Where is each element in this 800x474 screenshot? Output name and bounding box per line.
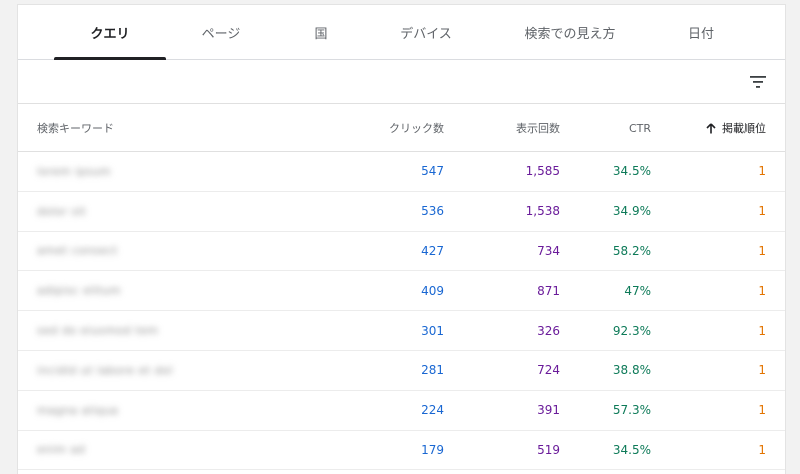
tab-queries[interactable]: クエリ — [54, 5, 166, 60]
tab-dates[interactable]: 日付 — [663, 5, 739, 60]
clicks-cell: 536 — [421, 204, 444, 219]
keyword-cell: magna aliqua — [37, 391, 237, 430]
keyword-cell: adipisc elitum — [37, 271, 237, 310]
filter-list-icon — [750, 76, 766, 88]
table-row[interactable]: sed do eiusmod tem 301 326 92.3% 1 — [18, 311, 785, 351]
table-body: lorem ipsum 547 1,585 34.5% 1 dolor sit … — [18, 152, 785, 471]
keyword-text[interactable]: sed do eiusmod tem — [37, 311, 177, 350]
table-header: 検索キーワード クリック数 表示回数 CTR 掲載順位 — [18, 104, 785, 152]
keyword-cell: enim ad — [37, 431, 237, 470]
table-row[interactable]: amet consect 427 734 58.2% 1 — [18, 232, 785, 272]
ctr-cell: 38.8% — [612, 363, 651, 378]
position-cell: 1 — [758, 363, 766, 378]
clicks-cell: 281 — [421, 363, 444, 378]
clicks-cell: 409 — [421, 283, 444, 298]
clicks-cell: 547 — [421, 164, 444, 179]
table-row[interactable]: incidid ut labore et dol 281 724 38.8% 1 — [18, 351, 785, 391]
keyword-text[interactable]: adipisc elitum — [37, 271, 177, 310]
impressions-cell: 326 — [537, 323, 560, 338]
ctr-cell: 47% — [624, 283, 651, 298]
position-cell: 1 — [758, 164, 766, 179]
keyword-cell: lorem ipsum — [37, 152, 237, 191]
ctr-cell: 58.2% — [612, 243, 651, 258]
keyword-cell: sed do eiusmod tem — [37, 311, 237, 350]
tab-search-appearance[interactable]: 検索での見え方 — [500, 5, 640, 60]
position-cell: 1 — [758, 243, 766, 258]
table-row[interactable]: enim ad 179 519 34.5% 1 — [18, 431, 785, 471]
ctr-cell: 34.5% — [612, 164, 651, 179]
keyword-text[interactable]: lorem ipsum — [37, 152, 177, 191]
tab-devices[interactable]: デバイス — [378, 5, 474, 60]
keyword-text[interactable]: enim ad — [37, 431, 177, 470]
position-cell: 1 — [758, 204, 766, 219]
keyword-text[interactable]: dolor sit — [37, 192, 177, 231]
clicks-cell: 427 — [421, 243, 444, 258]
queries-table: 検索キーワード クリック数 表示回数 CTR 掲載順位 lorem ipsum … — [18, 104, 785, 471]
position-cell: 1 — [758, 442, 766, 457]
arrow-upward-icon — [706, 122, 716, 134]
impressions-cell: 391 — [537, 403, 560, 418]
keyword-text[interactable]: incidid ut labore et dol — [37, 351, 177, 390]
ctr-cell: 34.5% — [612, 442, 651, 457]
header-position-label: 掲載順位 — [722, 122, 766, 135]
header-ctr[interactable]: CTR — [564, 104, 651, 152]
keyword-cell: incidid ut labore et dol — [37, 351, 237, 390]
keyword-text[interactable]: magna aliqua — [37, 391, 177, 430]
impressions-cell: 1,538 — [525, 204, 560, 219]
header-keyword[interactable]: 検索キーワード — [37, 104, 237, 152]
position-cell: 1 — [758, 283, 766, 298]
tab-pages[interactable]: ページ — [178, 5, 264, 60]
ctr-cell: 34.9% — [612, 204, 651, 219]
impressions-cell: 724 — [537, 363, 560, 378]
impressions-cell: 519 — [537, 442, 560, 457]
table-row[interactable]: lorem ipsum 547 1,585 34.5% 1 — [18, 152, 785, 192]
clicks-cell: 179 — [421, 442, 444, 457]
header-impressions[interactable]: 表示回数 — [448, 104, 560, 152]
keyword-cell: amet consect — [37, 232, 237, 271]
ctr-cell: 57.3% — [612, 403, 651, 418]
performance-card: クエリ ページ 国 デバイス 検索での見え方 日付 検索キーワード クリック数 … — [17, 4, 786, 474]
position-cell: 1 — [758, 323, 766, 338]
keyword-cell: dolor sit — [37, 192, 237, 231]
table-toolbar — [18, 60, 785, 104]
tab-countries[interactable]: 国 — [288, 5, 354, 60]
keyword-text[interactable]: amet consect — [37, 232, 177, 271]
impressions-cell: 1,585 — [525, 164, 560, 179]
table-row[interactable]: adipisc elitum 409 871 47% 1 — [18, 271, 785, 312]
dimension-tabs: クエリ ページ 国 デバイス 検索での見え方 日付 — [18, 5, 785, 60]
table-row[interactable]: magna aliqua 224 391 57.3% 1 — [18, 391, 785, 431]
filter-button[interactable] — [746, 70, 770, 94]
impressions-cell: 734 — [537, 243, 560, 258]
clicks-cell: 224 — [421, 403, 444, 418]
clicks-cell: 301 — [421, 323, 444, 338]
ctr-cell: 92.3% — [612, 323, 651, 338]
position-cell: 1 — [758, 403, 766, 418]
impressions-cell: 871 — [537, 283, 560, 298]
table-row[interactable]: dolor sit 536 1,538 34.9% 1 — [18, 192, 785, 232]
header-position[interactable]: 掲載順位 — [655, 104, 766, 152]
header-clicks[interactable]: クリック数 — [318, 104, 444, 152]
